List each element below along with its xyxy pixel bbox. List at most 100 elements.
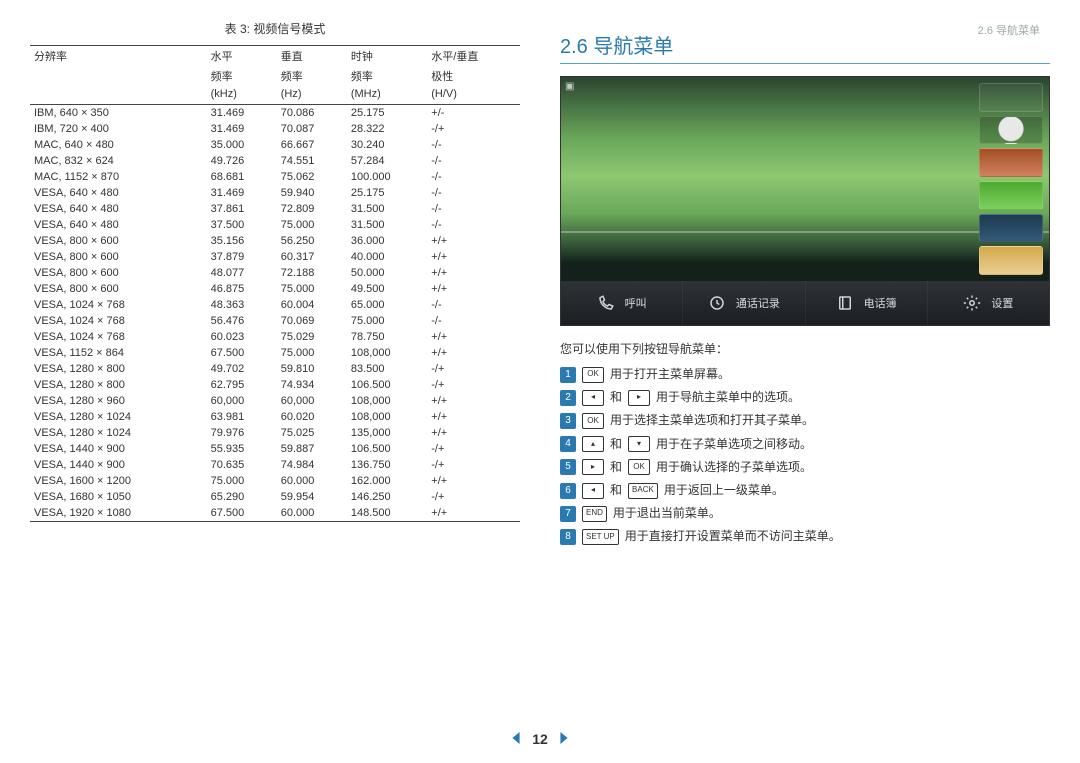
step-badge: 5 xyxy=(560,459,576,475)
cell: -/- xyxy=(427,201,520,217)
history-icon xyxy=(708,294,726,312)
cell: 72.188 xyxy=(277,265,347,281)
keycap-icon: ▾ xyxy=(628,436,650,452)
cell: VESA, 800 × 600 xyxy=(30,249,207,265)
table-row: IBM, 720 × 40031.46970.08728.322-/+ xyxy=(30,121,520,137)
cell: 74.551 xyxy=(277,153,347,169)
osd-history[interactable]: 通话记录 xyxy=(682,281,804,325)
keycap-icon: ◂ xyxy=(582,483,604,499)
cell: 31.500 xyxy=(347,217,427,233)
phone-icon xyxy=(597,294,615,312)
join-text: 和 xyxy=(610,481,622,500)
cell: 48.077 xyxy=(207,265,277,281)
cell: 74.934 xyxy=(277,377,347,393)
cell: +/+ xyxy=(427,505,520,522)
osd-call[interactable]: 呼叫 xyxy=(561,281,682,325)
instruction-row: 4▴和▾用于在子菜单选项之间移动。 xyxy=(560,435,1050,454)
cell: +/+ xyxy=(427,329,520,345)
instruction-text: 用于确认选择的子菜单选项。 xyxy=(656,458,812,477)
cell: 56.250 xyxy=(277,233,347,249)
instructions-lead: 您可以使用下列按钮导航菜单： xyxy=(560,340,1050,357)
pager-next[interactable] xyxy=(558,731,570,747)
pager-prev[interactable] xyxy=(510,731,522,747)
cell: +/+ xyxy=(427,393,520,409)
cell: 70.635 xyxy=(207,457,277,473)
table-row: VESA, 800 × 60046.87575.00049.500+/+ xyxy=(30,281,520,297)
th-h1: 水平 xyxy=(207,46,277,67)
cell: +/- xyxy=(427,105,520,122)
cell: 70.086 xyxy=(277,105,347,122)
instruction-text: 用于返回上一级菜单。 xyxy=(664,481,784,500)
instruction-row: 2◂和▸用于导航主菜单中的选项。 xyxy=(560,388,1050,407)
cell: -/+ xyxy=(427,121,520,137)
table-row: MAC, 640 × 48035.00066.66730.240-/- xyxy=(30,137,520,153)
pager: 12 xyxy=(0,731,1080,747)
cell: 75.000 xyxy=(277,281,347,297)
table-row: VESA, 640 × 48037.86172.80931.500-/- xyxy=(30,201,520,217)
cell: 146.250 xyxy=(347,489,427,505)
table-row: VESA, 1920 × 108067.50060.000148.500+/+ xyxy=(30,505,520,522)
cell: +/+ xyxy=(427,233,520,249)
cell: 83.500 xyxy=(347,361,427,377)
th-pol1: 水平/垂直 xyxy=(427,46,520,67)
table-row: VESA, 1024 × 76848.36360.00465.000-/- xyxy=(30,297,520,313)
cell: 60.004 xyxy=(277,297,347,313)
cell: -/+ xyxy=(427,377,520,393)
cell: 70.069 xyxy=(277,313,347,329)
cell: VESA, 640 × 480 xyxy=(30,201,207,217)
weather-widget xyxy=(979,214,1043,243)
cell: 148.500 xyxy=(347,505,427,522)
step-badge: 6 xyxy=(560,483,576,499)
cell: 31.469 xyxy=(207,105,277,122)
cell: +/+ xyxy=(427,409,520,425)
osd-phonebook[interactable]: 电话簿 xyxy=(805,281,927,325)
th-pol2: 极性 xyxy=(427,66,520,86)
th-clk3: (MHz) xyxy=(347,86,427,105)
cell: VESA, 640 × 480 xyxy=(30,217,207,233)
join-text: 和 xyxy=(610,435,622,454)
table-row: VESA, 1440 × 90070.63574.984136.750-/+ xyxy=(30,457,520,473)
osd-settings[interactable]: 设置 xyxy=(927,281,1049,325)
step-badge: 1 xyxy=(560,367,576,383)
cell: 35.000 xyxy=(207,137,277,153)
table-row: VESA, 800 × 60035.15656.25036.000+/+ xyxy=(30,233,520,249)
table-title: 表 3: 视频信号模式 xyxy=(30,20,520,37)
keycap-icon: OK xyxy=(628,459,650,475)
cell: 74.984 xyxy=(277,457,347,473)
page-number: 12 xyxy=(532,731,548,747)
table-row: VESA, 1280 × 102463.98160.020108,000+/+ xyxy=(30,409,520,425)
table-row: IBM, 640 × 35031.46970.08625.175+/- xyxy=(30,105,520,122)
cell: IBM, 720 × 400 xyxy=(30,121,207,137)
header-breadcrumb: 2.6 导航菜单 xyxy=(978,22,1040,38)
instruction-text: 用于退出当前菜单。 xyxy=(613,504,721,523)
th-v1: 垂直 xyxy=(277,46,347,67)
instruction-row: 3OK用于选择主菜单选项和打开其子菜单。 xyxy=(560,411,1050,430)
cell: 65.000 xyxy=(347,297,427,313)
osd-label: 设置 xyxy=(991,295,1013,311)
keycap-icon: ▸ xyxy=(582,459,604,475)
cell: 60,000 xyxy=(207,393,277,409)
cell: VESA, 800 × 600 xyxy=(30,265,207,281)
osd-menu-bar: 呼叫 通话记录 电话簿 xyxy=(561,281,1049,325)
cell: -/+ xyxy=(427,441,520,457)
cell: -/- xyxy=(427,297,520,313)
book-icon xyxy=(836,294,854,312)
instruction-text: 用于在子菜单选项之间移动。 xyxy=(656,435,812,454)
cell: -/- xyxy=(427,137,520,153)
cell: 63.981 xyxy=(207,409,277,425)
table-row: VESA, 1280 × 96060,00060,000108,000+/+ xyxy=(30,393,520,409)
cell: 56.476 xyxy=(207,313,277,329)
cell: 60.000 xyxy=(277,505,347,522)
table-row: VESA, 1680 × 105065.29059.954146.250-/+ xyxy=(30,489,520,505)
cell: VESA, 1152 × 864 xyxy=(30,345,207,361)
th-pol3: (H/V) xyxy=(427,86,520,105)
cell: 67.500 xyxy=(207,505,277,522)
photo-widget xyxy=(979,148,1043,177)
th-h2: 频率 xyxy=(207,66,277,86)
keycap-icon: ▸ xyxy=(628,390,650,406)
cell: VESA, 640 × 480 xyxy=(30,185,207,201)
cell: 79.976 xyxy=(207,425,277,441)
cell: 72.809 xyxy=(277,201,347,217)
cell: -/- xyxy=(427,153,520,169)
cell: 49.500 xyxy=(347,281,427,297)
